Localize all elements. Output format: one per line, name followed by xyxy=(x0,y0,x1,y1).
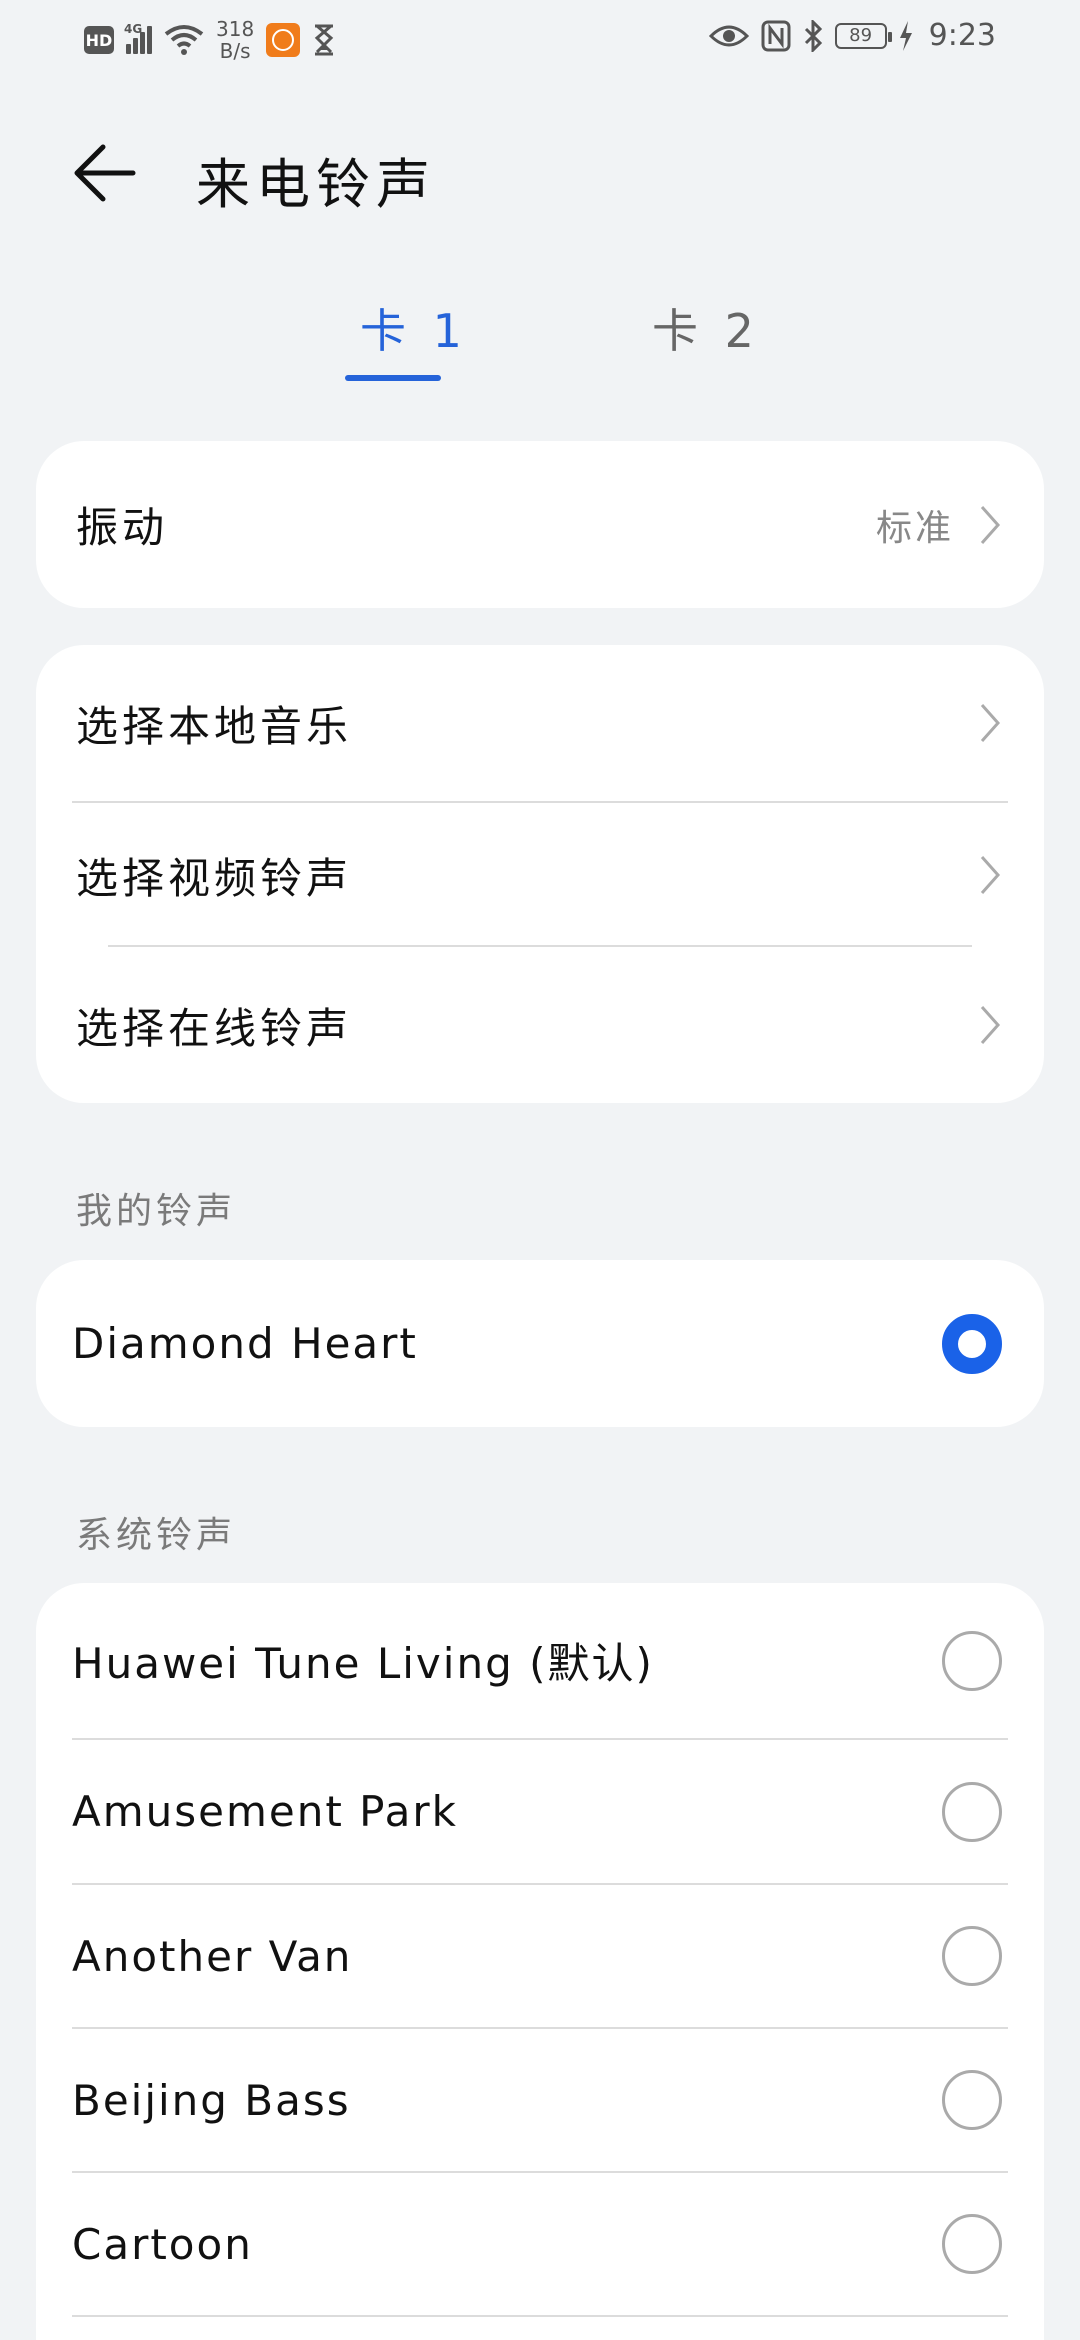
ringtone-name: Huawei Tune Living (默认) xyxy=(72,1639,654,1688)
ringtone-item[interactable]: Diamond Heart xyxy=(36,1260,1044,1427)
chevron-right-icon xyxy=(980,704,1001,742)
status-left: HD 4G 318 B/s xyxy=(84,18,336,62)
battery-level: 89 xyxy=(849,25,873,46)
speed-unit: B/s xyxy=(219,39,251,63)
select-local-music-label: 选择本地音乐 xyxy=(76,701,353,751)
chevron-right-icon xyxy=(980,1006,1001,1044)
radio-unselected[interactable] xyxy=(942,1630,1002,1691)
ringtone-name: Another Van xyxy=(72,1931,353,1981)
cellular-signal-icon: 4G xyxy=(124,22,152,54)
radio-unselected[interactable] xyxy=(942,2070,1002,2130)
select-online-ringtone-label: 选择在线铃声 xyxy=(76,1003,353,1053)
network-type: 4G xyxy=(124,22,143,36)
bluetooth-icon xyxy=(804,19,822,52)
select-video-ringtone-label: 选择视频铃声 xyxy=(76,853,353,903)
speed-value: 318 xyxy=(216,17,255,41)
ringtone-item[interactable]: Cartoon xyxy=(36,2173,1044,2315)
radio-unselected[interactable] xyxy=(942,1781,1002,1842)
vibration-card: 振动 标准 xyxy=(36,441,1044,608)
back-button[interactable] xyxy=(60,128,150,218)
page-title: 来电铃声 xyxy=(196,153,436,216)
hourglass-icon xyxy=(314,24,334,56)
ringtone-name: Cartoon xyxy=(72,2219,253,2269)
arrow-left-icon xyxy=(74,144,136,202)
select-online-ringtone-row[interactable]: 选择在线铃声 xyxy=(36,947,1044,1103)
vibration-value: 标准 xyxy=(875,507,954,549)
network-speed: 318 B/s xyxy=(216,18,254,62)
wifi-icon xyxy=(164,25,204,55)
screen: HD 4G 318 B/s 89 9:23 来电铃声 卡 1 卡 2 振动 标准… xyxy=(0,0,1080,2340)
system-ringtones-title: 系统铃声 xyxy=(76,1515,237,1556)
radio-unselected[interactable] xyxy=(942,1926,1002,1986)
ringtone-source-card: 选择本地音乐 选择视频铃声 选择在线铃声 xyxy=(36,645,1044,1103)
chevron-right-icon xyxy=(980,505,1001,544)
vibration-row[interactable]: 振动 标准 xyxy=(36,441,1044,608)
tab-indicator xyxy=(345,375,441,381)
status-bar: HD 4G 318 B/s 89 9:23 xyxy=(0,0,1080,84)
hd-badge: HD xyxy=(84,26,114,54)
radio-unselected[interactable] xyxy=(942,2214,1002,2274)
ringtone-item[interactable]: Huawei Tune Living (默认) xyxy=(36,1583,1044,1738)
select-local-music-row[interactable]: 选择本地音乐 xyxy=(36,645,1044,801)
nfc-icon xyxy=(761,20,791,51)
divider xyxy=(72,2315,1008,2317)
ringtone-item[interactable]: Another Van xyxy=(36,1885,1044,2027)
radio-selected[interactable] xyxy=(942,1313,1002,1374)
system-ringtones-card: Huawei Tune Living (默认) Amusement Park A… xyxy=(36,1583,1044,2340)
eye-icon xyxy=(708,25,749,46)
ringtone-name: Beijing Bass xyxy=(72,2075,351,2125)
status-right: 89 9:23 xyxy=(708,18,996,53)
ringtone-item[interactable]: Amusement Park xyxy=(36,1740,1044,1883)
tab-sim-2[interactable]: 卡 2 xyxy=(652,295,760,361)
chevron-right-icon xyxy=(980,856,1001,894)
ringtone-name: Diamond Heart xyxy=(72,1319,418,1368)
clock: 9:23 xyxy=(928,18,996,53)
title-bar: 来电铃声 xyxy=(0,110,1080,220)
sim-tabs: 卡 1 卡 2 xyxy=(0,295,1080,395)
charging-icon xyxy=(899,20,912,51)
battery-icon: 89 xyxy=(834,22,892,49)
select-video-ringtone-row[interactable]: 选择视频铃声 xyxy=(36,803,1044,947)
vibration-label: 振动 xyxy=(76,503,169,552)
ringtone-item[interactable]: Beijing Bass xyxy=(36,2029,1044,2171)
app-notification-icon xyxy=(266,23,301,57)
my-ringtones-card: Diamond Heart xyxy=(36,1260,1044,1427)
tab-sim-1[interactable]: 卡 1 xyxy=(360,295,468,361)
ringtone-name: Amusement Park xyxy=(72,1787,458,1836)
my-ringtones-title: 我的铃声 xyxy=(76,1191,237,1232)
